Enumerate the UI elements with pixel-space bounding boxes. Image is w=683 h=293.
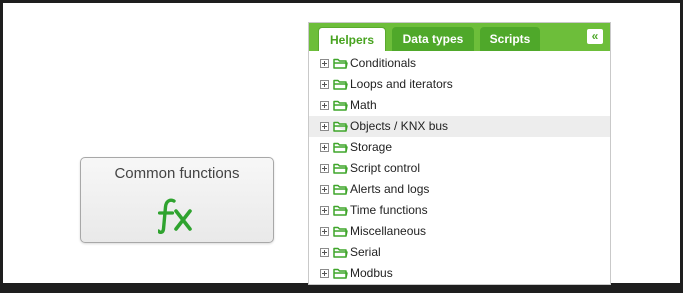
tree-item[interactable]: Objects / KNX bus [309, 116, 610, 137]
expand-plus-icon[interactable] [320, 185, 329, 194]
expand-plus-icon[interactable] [320, 80, 329, 89]
expand-plus-icon[interactable] [320, 248, 329, 257]
tree-item-label: Time functions [350, 203, 428, 217]
tree-item[interactable]: Conditionals [309, 53, 610, 74]
function-library-panel: Helpers Data types Scripts « Conditional… [308, 22, 611, 285]
folder-icon [333, 226, 348, 237]
folder-icon [333, 58, 348, 69]
common-functions-button[interactable]: Common functions [80, 157, 274, 243]
tree-item-label: Script control [350, 161, 421, 175]
folder-icon [333, 79, 348, 90]
tree-item[interactable]: Storage [309, 137, 610, 158]
expand-plus-icon[interactable] [320, 59, 329, 68]
folder-icon [333, 268, 348, 279]
tree-item-label: Modbus [350, 266, 393, 280]
tab-scripts[interactable]: Scripts [480, 27, 540, 51]
tree-item-label: Loops and iterators [350, 77, 453, 91]
tree-item[interactable]: Time functions [309, 200, 610, 221]
expand-plus-icon[interactable] [320, 164, 329, 173]
tree-item[interactable]: Serial [309, 242, 610, 263]
folder-icon [333, 205, 348, 216]
tab-bar: Helpers Data types Scripts « [309, 23, 610, 51]
common-functions-label: Common functions [114, 165, 240, 182]
expand-plus-icon[interactable] [320, 122, 329, 131]
expand-plus-icon[interactable] [320, 101, 329, 110]
tree-item[interactable]: Miscellaneous [309, 221, 610, 242]
expand-plus-icon[interactable] [320, 206, 329, 215]
tree-item[interactable]: Alerts and logs [309, 179, 610, 200]
folder-icon [333, 100, 348, 111]
collapse-panel-button[interactable]: « [587, 29, 603, 44]
tree-item[interactable]: Loops and iterators [309, 74, 610, 95]
folder-icon [333, 184, 348, 195]
tree-item-label: Miscellaneous [350, 224, 427, 238]
expand-plus-icon[interactable] [320, 143, 329, 152]
folder-icon [333, 121, 348, 132]
tree-item-label: Math [350, 98, 377, 112]
tree-item-label: Conditionals [350, 56, 417, 70]
fx-icon [158, 198, 192, 234]
tree-item[interactable]: Script control [309, 158, 610, 179]
tree-item-label: Alerts and logs [350, 182, 430, 196]
expand-plus-icon[interactable] [320, 269, 329, 278]
tree-item[interactable]: Math [309, 95, 610, 116]
folder-icon [333, 142, 348, 153]
tree-item-label: Storage [350, 140, 393, 154]
tree-item-label: Serial [350, 245, 381, 259]
folder-icon [333, 163, 348, 174]
tree-item[interactable]: Modbus [309, 263, 610, 284]
tab-data-types[interactable]: Data types [392, 27, 474, 51]
tree-item-label: Objects / KNX bus [350, 119, 449, 133]
expand-plus-icon[interactable] [320, 227, 329, 236]
folder-icon [333, 247, 348, 258]
tab-helpers[interactable]: Helpers [318, 27, 386, 51]
